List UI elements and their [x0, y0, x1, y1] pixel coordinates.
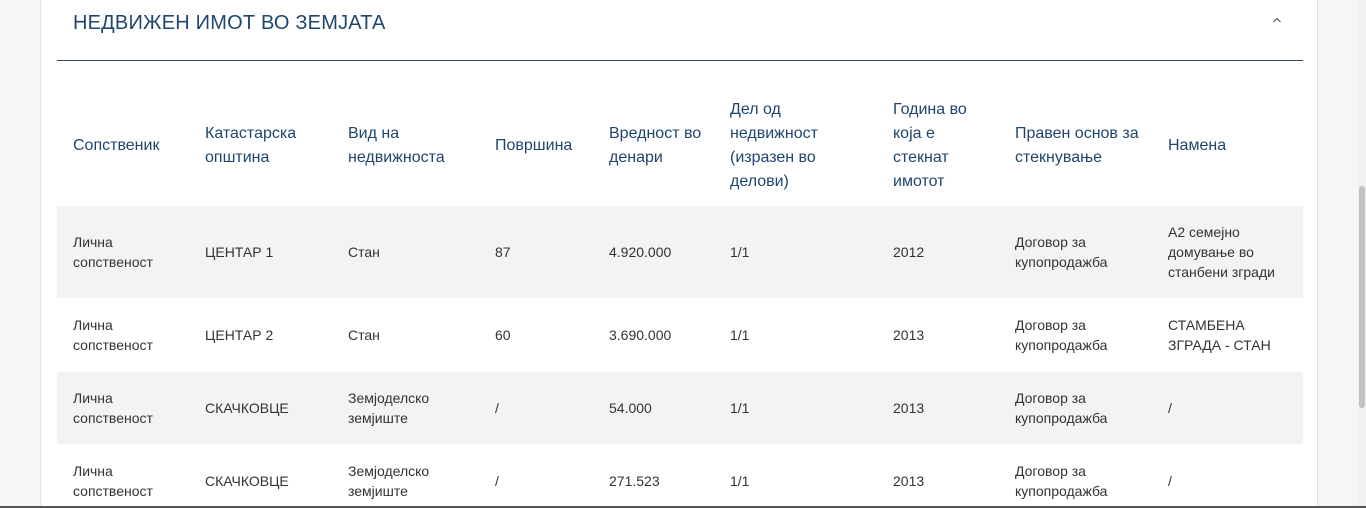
cell-cadastral-municipality: ЦЕНТАР 2 [189, 298, 332, 372]
column-header-area: Површина [495, 137, 573, 154]
cell-cadastral-municipality: СКАЧКОВЦЕ [189, 444, 332, 508]
cell-purpose: А2 семејно домување во станбени згради [1152, 206, 1303, 298]
cell-legal-basis: Договор за купопродажба [999, 372, 1152, 444]
cell-year-acquired: 2013 [877, 372, 999, 444]
column-header-share: Дел од недвижност (изразен во делови) [730, 101, 818, 190]
cell-year-acquired: 2013 [877, 444, 999, 508]
cell-share: 1/1 [714, 206, 877, 298]
cell-area: 60 [479, 298, 593, 372]
cell-purpose: СТАМБЕНА ЗГРАДА - СТАН [1152, 298, 1303, 372]
section-header[interactable]: НЕДВИЖЕН ИМОТ ВО ЗЕМЈАТА [57, 0, 1303, 61]
cell-legal-basis: Договор за купопродажба [999, 444, 1152, 508]
cell-property-type: Стан [332, 298, 479, 372]
section-title: НЕДВИЖЕН ИМОТ ВО ЗЕМЈАТА [73, 12, 386, 34]
table-header-row: Сопственик Катастарска општина Вид на не… [57, 86, 1303, 206]
cell-year-acquired: 2013 [877, 298, 999, 372]
table-row: Лична сопственост ЦЕНТАР 1 Стан 87 4.920… [57, 206, 1303, 298]
cell-value: 3.690.000 [593, 298, 714, 372]
cell-area: 87 [479, 206, 593, 298]
cell-property-type: Стан [332, 206, 479, 298]
cell-area: / [479, 444, 593, 508]
real-estate-table: Сопственик Катастарска општина Вид на не… [57, 86, 1303, 508]
cell-legal-basis: Договор за купопродажба [999, 298, 1152, 372]
cell-owner: Лична сопственост [57, 372, 189, 444]
column-header-property-type: Вид на недвижноста [348, 125, 445, 166]
scrollbar-thumb[interactable] [1359, 186, 1365, 408]
cell-value: 54.000 [593, 372, 714, 444]
cell-value: 4.920.000 [593, 206, 714, 298]
column-header-cadastral-municipality: Катастарска општина [205, 125, 297, 166]
cell-owner: Лична сопственост [57, 298, 189, 372]
column-header-purpose: Намена [1168, 137, 1227, 154]
column-header-owner: Сопственик [73, 137, 160, 154]
cell-cadastral-municipality: СКАЧКОВЦЕ [189, 372, 332, 444]
cell-share: 1/1 [714, 372, 877, 444]
cell-area: / [479, 372, 593, 444]
cell-purpose: / [1152, 372, 1303, 444]
cell-property-type: Земјоделско земјиште [332, 444, 479, 508]
table-row: Лична сопственост СКАЧКОВЦЕ Земјоделско … [57, 444, 1303, 508]
cell-legal-basis: Договор за купопродажба [999, 206, 1152, 298]
cell-owner: Лична сопственост [57, 206, 189, 298]
cell-share: 1/1 [714, 444, 877, 508]
real-estate-card: НЕДВИЖЕН ИМОТ ВО ЗЕМЈАТА Сопственик Ката… [40, 0, 1318, 508]
table-row: Лична сопственост СКАЧКОВЦЕ Земјоделско … [57, 372, 1303, 444]
cell-property-type: Земјоделско земјиште [332, 372, 479, 444]
cell-share: 1/1 [714, 298, 877, 372]
page: НЕДВИЖЕН ИМОТ ВО ЗЕМЈАТА Сопственик Ката… [0, 0, 1366, 508]
cell-cadastral-municipality: ЦЕНТАР 1 [189, 206, 332, 298]
chevron-up-icon[interactable] [1269, 12, 1285, 28]
column-header-legal-basis: Правен основ за стекнување [1015, 125, 1139, 166]
cell-year-acquired: 2012 [877, 206, 999, 298]
vertical-scrollbar[interactable] [1358, 0, 1366, 508]
cell-owner: Лична сопственост [57, 444, 189, 508]
column-header-year-acquired: Година во која е стекнат имотот [893, 101, 967, 190]
cell-value: 271.523 [593, 444, 714, 508]
cell-purpose: / [1152, 444, 1303, 508]
column-header-value: Вредност во денари [609, 125, 702, 166]
table-row: Лична сопственост ЦЕНТАР 2 Стан 60 3.690… [57, 298, 1303, 372]
